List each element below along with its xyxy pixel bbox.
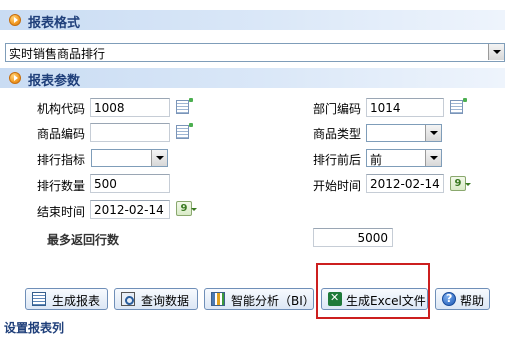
rank-count-label: 排行数量	[37, 179, 86, 193]
start-time-label: 开始时间	[313, 179, 362, 193]
end-time-value: 2012-02-14	[94, 203, 164, 217]
product-type-select[interactable]	[366, 124, 442, 142]
calendar-icon[interactable]: 9	[450, 176, 471, 191]
rank-order-label: 排行前后	[313, 153, 362, 167]
params-section-header: 报表参数	[0, 68, 505, 89]
start-time-input[interactable]: 2012-02-14	[366, 174, 444, 193]
params-section-title: 报表参数	[28, 74, 81, 89]
generate-report-label: 生成报表	[52, 294, 101, 308]
query-data-label: 查询数据	[141, 294, 190, 308]
table-picker-icon[interactable]	[176, 98, 193, 114]
help-icon	[442, 292, 456, 306]
report-format-select[interactable]: 实时销售商品排行	[5, 43, 505, 62]
query-data-button[interactable]: 查询数据	[114, 288, 198, 310]
section-bullet-icon	[9, 72, 21, 84]
org-code-input[interactable]: 1008	[90, 98, 170, 117]
table-picker-icon[interactable]	[176, 123, 193, 139]
query-icon	[121, 292, 135, 306]
rank-index-select[interactable]	[91, 149, 168, 167]
max-rows-label: 最多返回行数	[47, 233, 120, 247]
product-code-label: 商品编码	[37, 127, 86, 141]
generate-report-button[interactable]: 生成报表	[25, 288, 108, 310]
set-report-columns-link[interactable]: 设置报表列	[4, 319, 64, 336]
chevron-down-icon	[151, 150, 167, 166]
chevron-down-icon	[488, 44, 504, 60]
rank-index-label: 排行指标	[37, 153, 86, 167]
calendar-icon[interactable]: 9	[176, 201, 197, 216]
section-bullet-icon	[9, 14, 21, 26]
report-format-value: 实时销售商品排行	[9, 47, 106, 61]
help-button[interactable]: 帮助	[435, 288, 490, 310]
rank-count-input[interactable]: 500	[90, 174, 170, 193]
rank-count-value: 500	[94, 177, 117, 191]
chevron-down-icon	[425, 125, 441, 141]
help-label: 帮助	[460, 294, 485, 308]
chevron-down-icon	[425, 150, 441, 166]
rank-order-select[interactable]: 前	[366, 149, 442, 167]
format-section-title: 报表格式	[28, 16, 81, 31]
end-time-input[interactable]: 2012-02-14	[90, 200, 170, 219]
report-icon	[32, 292, 46, 306]
bi-chart-icon	[211, 292, 225, 306]
format-section-header: 报表格式	[0, 10, 505, 31]
start-time-value: 2012-02-14	[370, 177, 440, 191]
dept-code-input[interactable]: 1014	[366, 98, 444, 117]
org-code-label: 机构代码	[37, 102, 86, 116]
dept-code-value: 1014	[370, 101, 401, 115]
max-rows-input[interactable]: 5000	[313, 228, 393, 247]
product-code-input[interactable]	[90, 123, 170, 142]
product-type-label: 商品类型	[313, 127, 362, 141]
max-rows-value: 5000	[357, 231, 388, 245]
table-picker-icon[interactable]	[450, 98, 467, 114]
org-code-value: 1008	[94, 101, 125, 115]
dept-code-label: 部门编码	[313, 102, 362, 116]
end-time-label: 结束时间	[37, 205, 86, 219]
smart-analysis-button[interactable]: 智能分析（BI）	[204, 288, 315, 310]
excel-highlight-box	[316, 263, 430, 319]
smart-analysis-label: 智能分析（BI）	[231, 294, 315, 308]
rank-order-value: 前	[370, 153, 383, 167]
